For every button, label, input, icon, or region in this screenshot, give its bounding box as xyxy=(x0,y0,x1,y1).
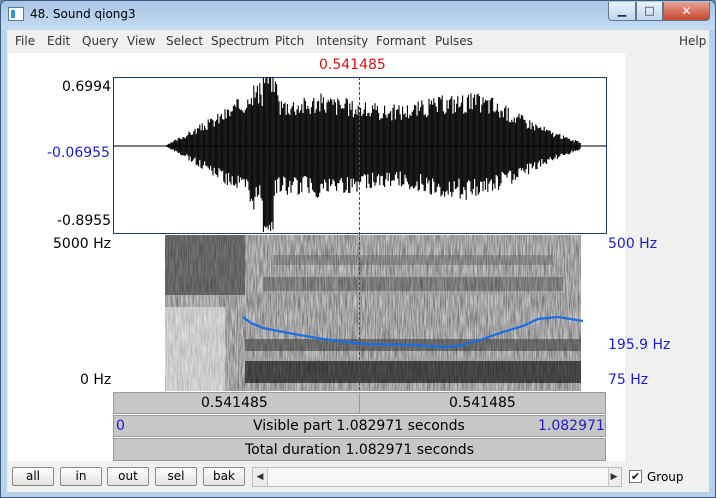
zoom-out-button[interactable]: out xyxy=(107,467,149,486)
spectrogram-min-freq-label: 0 Hz xyxy=(80,372,112,388)
visible-start-label: 0 xyxy=(116,418,125,434)
waveform-max-label: 0.6994 xyxy=(62,79,111,95)
zoom-all-button[interactable]: all xyxy=(12,467,54,486)
scrollbar-thumb[interactable] xyxy=(267,468,609,486)
app-icon[interactable] xyxy=(8,7,24,21)
menu-file[interactable]: File xyxy=(15,34,35,48)
left-time-label: 0.541485 xyxy=(201,395,268,411)
menu-pitch[interactable]: Pitch xyxy=(275,34,304,48)
waveform-min-label: -0.8955 xyxy=(57,213,112,229)
window-title: 48. Sound qiong3 xyxy=(30,7,136,21)
menu-select[interactable]: Select xyxy=(166,34,203,48)
waveform-zero-label: -0.06955 xyxy=(47,145,110,161)
right-time-label: 0.541485 xyxy=(449,395,516,411)
cursor-time-label: 0.541485 xyxy=(319,57,386,73)
menu-query[interactable]: Query xyxy=(82,34,118,48)
spectrogram xyxy=(165,235,581,391)
visible-end-label: 1.082971 xyxy=(538,418,605,434)
scroll-left-icon[interactable]: ◀ xyxy=(253,468,267,486)
total-duration-label: Total duration 1.082971 seconds xyxy=(245,442,474,458)
group-label: Group xyxy=(647,470,684,484)
menu-intensity[interactable]: Intensity xyxy=(316,34,368,48)
scroll-right-icon[interactable]: ▶ xyxy=(607,468,621,486)
sound-editor-window: 48. Sound qiong3 ▁ □ ✕ File Edit Query V… xyxy=(0,0,716,498)
signal-display[interactable] xyxy=(113,77,607,391)
close-button[interactable]: ✕ xyxy=(663,2,710,21)
spectrogram-max-freq-label: 5000 Hz xyxy=(53,236,111,252)
menu-pulses[interactable]: Pulses xyxy=(435,34,473,48)
pitch-max-label: 500 Hz xyxy=(608,236,658,252)
zoom-back-button[interactable]: bak xyxy=(203,467,245,486)
menu-view[interactable]: View xyxy=(127,34,155,48)
pitch-min-label: 75 Hz xyxy=(608,372,649,388)
title-bar[interactable]: 48. Sound qiong3 ▁ □ ✕ xyxy=(1,1,715,29)
menu-formant[interactable]: Formant xyxy=(376,34,426,48)
maximize-button[interactable]: □ xyxy=(636,2,663,21)
menu-edit[interactable]: Edit xyxy=(47,34,70,48)
zoom-selection-button[interactable]: sel xyxy=(155,467,197,486)
menu-help[interactable]: Help xyxy=(679,34,706,48)
minimize-button[interactable]: ▁ xyxy=(608,2,636,21)
visible-part-label: Visible part 1.082971 seconds xyxy=(253,418,465,434)
group-checkbox[interactable]: ✔ xyxy=(629,470,642,483)
zoom-in-button[interactable]: in xyxy=(60,467,102,486)
pitch-current-label: 195.9 Hz xyxy=(608,337,671,353)
menu-spectrum[interactable]: Spectrum xyxy=(211,34,269,48)
menu-bar: File Edit Query View Select Spectrum Pit… xyxy=(7,30,709,53)
